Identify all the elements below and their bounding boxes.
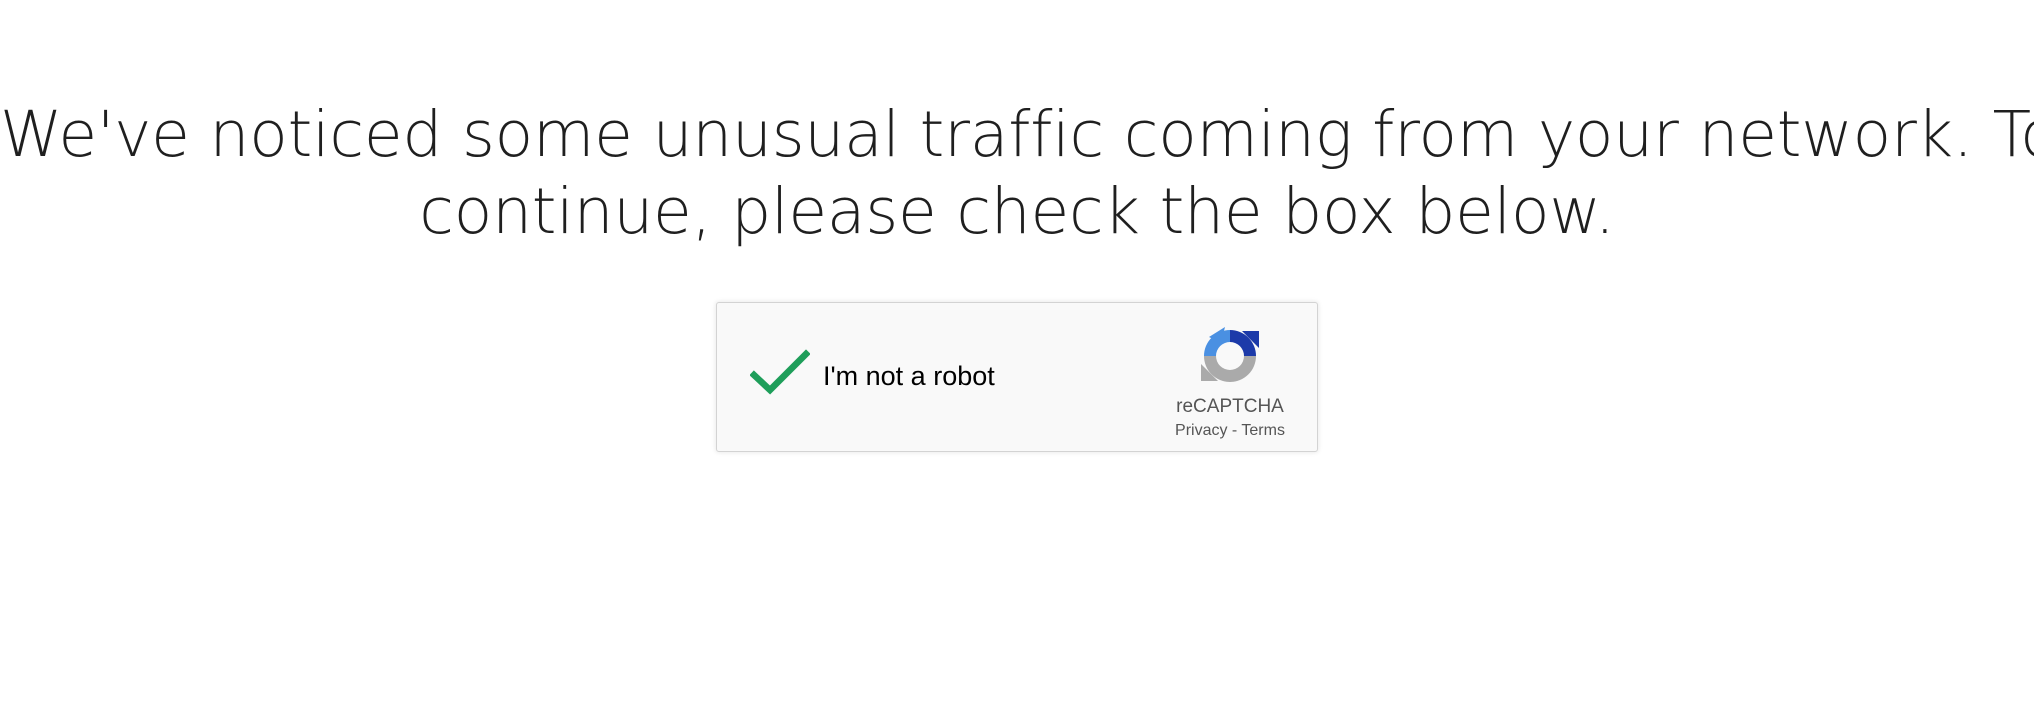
recaptcha-links: Privacy - Terms — [1165, 422, 1295, 440]
privacy-link[interactable]: Privacy — [1175, 422, 1227, 439]
terms-link[interactable]: Terms — [1241, 422, 1285, 439]
page-title-line-2: continue, please check the box below. — [419, 175, 1615, 248]
recaptcha-checkbox-label[interactable]: I'm not a robot — [823, 358, 995, 394]
recaptcha-logo-icon — [1197, 323, 1263, 389]
recaptcha-branding: reCAPTCHA Privacy - Terms — [1165, 323, 1295, 440]
checkmark-icon[interactable] — [749, 348, 811, 398]
page-title: We've noticed some unusual traffic comin… — [0, 96, 2034, 250]
recaptcha-brand-name: reCAPTCHA — [1176, 396, 1284, 417]
recaptcha-widget: I'm not a robot reCAPTCHA Privacy - Term — [716, 302, 1318, 452]
page-title-line-1: We've noticed some unusual traffic comin… — [0, 98, 2034, 171]
links-separator: - — [1227, 422, 1242, 439]
